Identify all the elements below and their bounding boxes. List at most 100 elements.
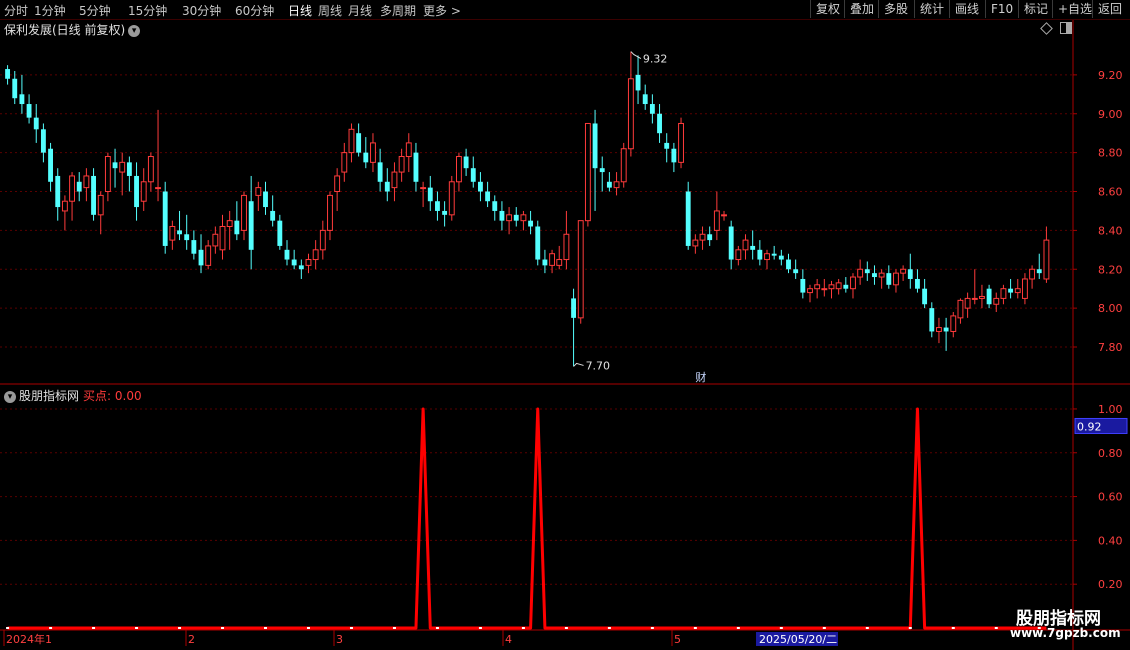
candle-body xyxy=(134,175,139,208)
chart-canvas[interactable]: 7.80 8.00 8.20 8.40 8.60 8.80 9.00 9.20 0.20 0.4… xyxy=(0,0,1130,650)
candle-body xyxy=(922,288,928,305)
candle-body xyxy=(76,181,82,192)
candle-body xyxy=(971,297,978,300)
candle-body xyxy=(5,69,11,79)
candle-body xyxy=(126,162,132,176)
candle-body xyxy=(33,117,39,130)
candle-body xyxy=(786,259,791,270)
candle-body xyxy=(993,297,1000,305)
candle-body xyxy=(964,297,971,309)
candle-body xyxy=(728,226,734,260)
candle-body xyxy=(234,220,240,235)
candle-body xyxy=(900,268,907,274)
indicator-series xyxy=(6,407,1047,630)
candle-body xyxy=(391,171,398,189)
time-label: 4 xyxy=(505,633,512,646)
candle-body xyxy=(442,210,448,215)
candle-body xyxy=(226,220,233,227)
candle-body xyxy=(713,210,720,231)
candle-body xyxy=(843,284,849,289)
candle-body xyxy=(61,200,68,212)
baseline-dot xyxy=(736,627,740,629)
indicator-current-value: 0.92 xyxy=(1074,417,1128,434)
candle-body xyxy=(435,201,440,211)
candle-body xyxy=(771,253,777,256)
candle-body xyxy=(692,239,699,247)
candle-body xyxy=(327,194,333,231)
candle-body xyxy=(248,201,254,250)
candle-body xyxy=(184,234,190,241)
candle-body xyxy=(549,253,556,266)
candle-body xyxy=(764,253,770,261)
candle-body xyxy=(198,249,204,266)
baseline-dot xyxy=(435,627,439,629)
candle-body xyxy=(556,259,563,266)
candle-body xyxy=(255,187,262,196)
candle-body xyxy=(613,181,620,189)
candle-body xyxy=(929,308,935,332)
candle-body xyxy=(850,276,856,290)
candle-body xyxy=(649,104,655,114)
baseline-dot xyxy=(392,627,396,629)
baseline-dot xyxy=(49,627,53,629)
candle-body xyxy=(169,225,176,241)
candle-body xyxy=(370,142,376,163)
candle-body xyxy=(1036,269,1042,274)
candle-body xyxy=(97,194,104,216)
candle-body xyxy=(957,299,964,319)
candle-body xyxy=(800,278,806,293)
candle-body xyxy=(26,104,32,118)
time-label: 2 xyxy=(188,633,195,646)
candle-body xyxy=(91,175,96,215)
candle-body xyxy=(463,156,469,169)
candle-body xyxy=(750,245,756,250)
candle-body xyxy=(635,74,641,91)
candle-body xyxy=(606,181,612,188)
candle-body xyxy=(807,288,813,294)
indicator-tick-label: 0.60 xyxy=(1098,491,1123,504)
candle-body xyxy=(520,214,527,222)
candle-body xyxy=(642,94,648,105)
candle-body xyxy=(584,122,591,222)
baseline-dot xyxy=(822,627,826,629)
high-price-label: 9.32 xyxy=(643,53,668,66)
candle-body xyxy=(398,156,405,173)
candle-body xyxy=(277,220,283,246)
candle-body xyxy=(563,233,570,261)
candle-body xyxy=(384,181,390,192)
candle-body xyxy=(678,122,684,163)
candle-body xyxy=(793,269,799,274)
candle-body xyxy=(312,249,319,261)
price-tick-label: 8.40 xyxy=(1098,224,1123,237)
candle-body xyxy=(191,240,197,254)
candle-body xyxy=(363,152,369,163)
low-price-label: 7.70 xyxy=(586,359,611,372)
candlestick-series xyxy=(5,51,1050,367)
price-tick-label: 7.80 xyxy=(1098,341,1123,354)
candle-body xyxy=(671,148,677,163)
indicator-tick-label: 0.80 xyxy=(1098,447,1123,460)
indicator-tick-label: 0.40 xyxy=(1098,534,1123,547)
candle-body xyxy=(83,175,90,189)
candle-body xyxy=(377,162,383,182)
candle-body xyxy=(857,268,864,278)
candle-body xyxy=(864,269,870,274)
time-label: 2024年1 xyxy=(6,632,52,646)
time-label: 3 xyxy=(336,633,343,646)
candle-body xyxy=(263,191,268,208)
price-axis: 7.80 8.00 8.20 8.40 8.60 8.80 9.00 9.20 xyxy=(1073,69,1123,354)
candle-body xyxy=(814,284,821,290)
candle-body xyxy=(298,265,304,270)
candle-body xyxy=(542,259,548,266)
indicator-current-label: 0.92 xyxy=(1077,420,1102,433)
candle-body xyxy=(291,259,297,266)
candle-body xyxy=(907,269,913,279)
price-tick-label: 8.00 xyxy=(1098,302,1123,315)
baseline-dot xyxy=(607,627,611,629)
buy-signal-line xyxy=(7,407,1047,630)
candle-body xyxy=(19,94,25,105)
price-tick-label: 8.20 xyxy=(1098,263,1123,276)
baseline-dot xyxy=(306,627,310,629)
baseline-dot xyxy=(92,627,96,629)
candle-body xyxy=(506,214,513,222)
